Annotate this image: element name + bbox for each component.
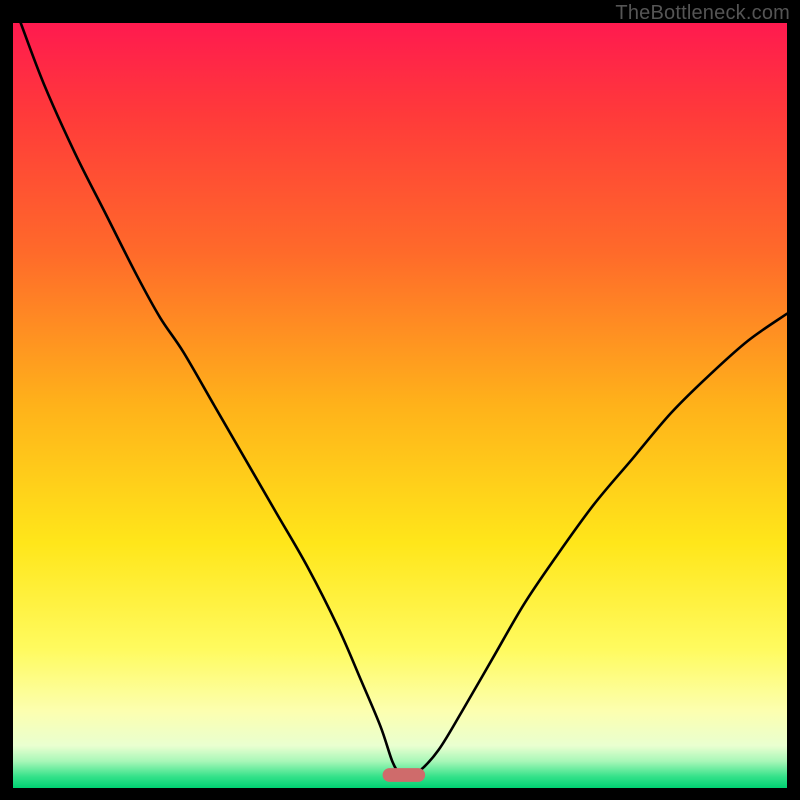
bottleneck-plot [13,23,787,788]
optimum-marker [383,768,426,782]
chart-stage: TheBottleneck.com [0,0,800,800]
watermark-text: TheBottleneck.com [615,2,790,25]
plot-background [13,23,787,788]
